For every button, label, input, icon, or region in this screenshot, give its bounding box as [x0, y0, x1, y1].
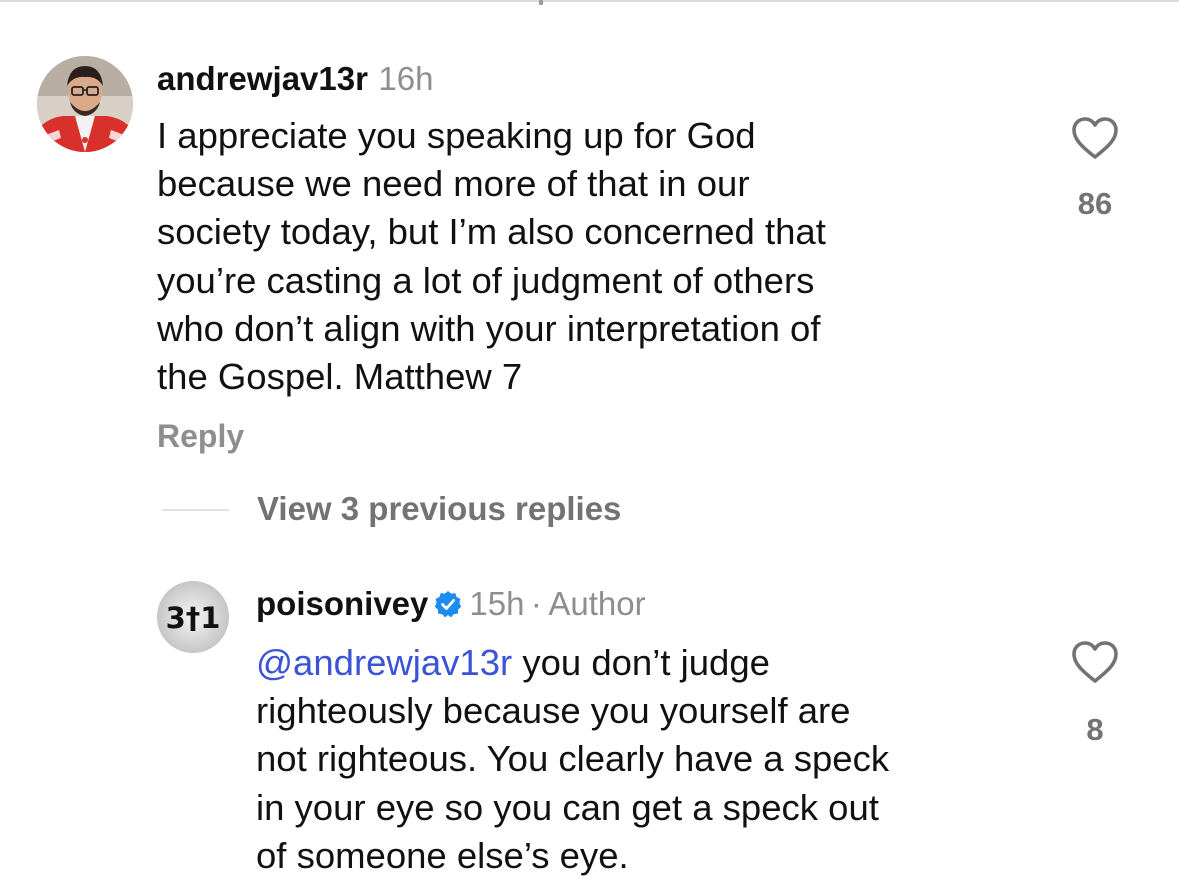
verified-badge-icon	[435, 591, 462, 618]
comment-2-time: 15h	[469, 585, 525, 622]
comment-2-text: @andrewjav13r you don’t judge righteousl…	[256, 639, 889, 880]
author-label: Author	[548, 585, 646, 622]
like-heart-icon[interactable]	[1071, 640, 1119, 684]
comment-1-like-count: 86	[1077, 186, 1113, 221]
comment-2-line: not righteous. You clearly have a speck	[256, 738, 890, 780]
mention-link[interactable]: @andrewjav13r	[256, 642, 512, 683]
username-andrewjav13r[interactable]: andrewjav13r	[157, 60, 368, 97]
comment-1-time: 16h	[378, 60, 434, 97]
comment-1-header: andrewjav13r 16h	[157, 60, 433, 98]
comment-1-line: who don’t align with your interpretation…	[157, 307, 821, 349]
comment-1-line: because we need more of that in our	[157, 163, 750, 205]
meta-separator: ·	[530, 585, 542, 622]
user-photo-icon	[37, 56, 133, 152]
comment-1-line: society today, but I’m also concerned th…	[157, 211, 826, 253]
view-previous-replies-button[interactable]: View 3 previous replies	[257, 490, 621, 528]
top-divider-mark	[539, 0, 543, 5]
avatar-andrewjav13r[interactable]	[37, 56, 133, 152]
like-heart-icon[interactable]	[1071, 116, 1119, 160]
username-poisonivey[interactable]: poisonivey	[256, 585, 428, 622]
comment-2-line: of someone else’s eye.	[256, 834, 629, 876]
reply-button[interactable]: Reply	[157, 418, 244, 455]
comment-1-text: I appreciate you speaking up for God bec…	[157, 112, 826, 401]
avatar-text: 3†1	[166, 601, 221, 635]
comment-2-like-count: 8	[1086, 712, 1104, 747]
comment-1-line: the Gospel. Matthew 7	[157, 356, 523, 398]
comment-1-line: you’re casting a lot of judgment of othe…	[157, 259, 815, 301]
comment-2-line: @andrewjav13r you don’t judge	[256, 639, 889, 687]
avatar-poisonivey[interactable]: 3†1	[157, 581, 229, 653]
replies-divider	[162, 509, 229, 511]
top-divider	[0, 0, 1179, 2]
comment-2-line: righteously because you yourself are	[256, 690, 851, 732]
comment-2-line: in your eye so you can get a speck out	[256, 786, 879, 828]
logo-311-icon: 3†1	[157, 581, 229, 653]
comment-1-line: I appreciate you speaking up for God	[157, 115, 756, 156]
comment-2-header: poisonivey 15h · Author	[256, 585, 646, 623]
comment-2-text-first: you don’t judge	[512, 642, 770, 683]
